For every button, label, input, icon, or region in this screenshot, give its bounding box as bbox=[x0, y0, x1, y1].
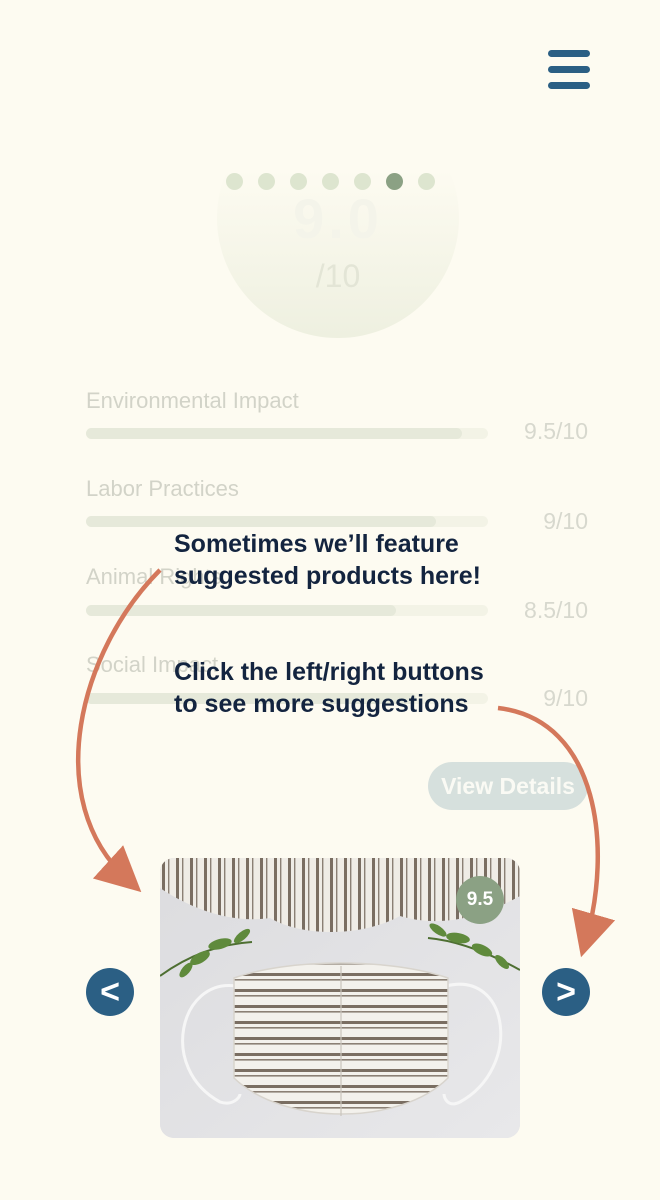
callout-line: Sometimes we’ll feature bbox=[174, 530, 459, 558]
callout-featured: Sometimes we’ll feature suggested produc… bbox=[174, 528, 481, 592]
next-suggestion-button[interactable]: > bbox=[542, 968, 590, 1016]
callout-line: Click the left/right buttons bbox=[174, 658, 484, 686]
callout-navigation: Click the left/right buttons to see more… bbox=[174, 656, 484, 720]
arrow-to-product bbox=[75, 568, 162, 893]
product-score-badge: 9.5 bbox=[456, 876, 504, 924]
callout-line: to see more suggestions bbox=[174, 690, 469, 718]
previous-suggestion-button[interactable]: < bbox=[86, 968, 134, 1016]
callout-line: suggested products here! bbox=[174, 562, 481, 590]
